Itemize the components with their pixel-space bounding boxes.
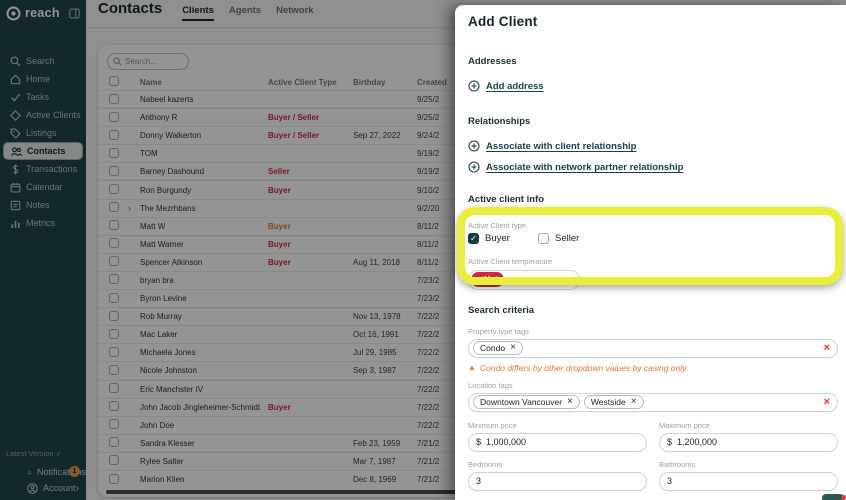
temperature-chip-group: ✓HotWarmCold (468, 270, 580, 290)
minimum-price-input[interactable]: $ 1,000,000 (468, 433, 647, 452)
checkbox-label: Buyer (485, 233, 510, 244)
add-address-button[interactable]: Add address (468, 80, 838, 92)
remove-tag-icon[interactable]: × (567, 397, 573, 407)
bedrooms-label: Bedrooms (468, 460, 647, 469)
type-option-buyer[interactable]: ✓ Buyer (468, 233, 530, 244)
clear-field-icon[interactable]: × (824, 342, 830, 354)
relationships-heading: Relationships (468, 116, 838, 127)
minimum-price-label: Minimum price (468, 421, 647, 430)
casing-warning: ▲ Condo differs by other dropdown values… (468, 363, 838, 373)
app-root: reach SearchHomeTasksActive ClientsListi… (0, 0, 846, 500)
plus-circle-icon (468, 161, 480, 173)
tag-label: Downtown Vancouver (480, 397, 562, 407)
tag-chip-westside[interactable]: Westside × (584, 395, 644, 409)
active-client-type-options: ✓ Buyer Seller (468, 233, 838, 244)
maximum-price-input[interactable]: $ 1,200,000 (659, 433, 838, 452)
add-client-drawer: Add Client Addresses Add address Relatio… (455, 5, 846, 500)
property-type-tags-label: Property type tags (468, 327, 838, 336)
property-type-tags-input[interactable]: Condo × × (468, 339, 838, 358)
tag-chip-condo[interactable]: Condo × (473, 341, 523, 355)
plus-circle-icon (468, 140, 480, 152)
temperature-chip-hot[interactable]: ✓Hot (471, 272, 504, 287)
unchecked-checkbox-icon[interactable] (538, 233, 549, 244)
bathrooms-input[interactable]: 3 (659, 472, 838, 491)
currency-prefix: $ (476, 437, 481, 447)
temperature-chip-warm[interactable]: Warm (506, 273, 541, 287)
active-client-type-label: Active Client type (468, 221, 838, 230)
associate-network-partner-button[interactable]: Associate with network partner relations… (468, 161, 838, 173)
remove-tag-icon[interactable]: × (631, 397, 637, 407)
checked-checkbox-icon[interactable]: ✓ (468, 233, 479, 244)
hidden-badge-dot (841, 495, 846, 500)
type-option-seller[interactable]: Seller (538, 233, 600, 244)
bathrooms-label: Bathrooms (659, 460, 838, 469)
tag-label: Condo (480, 343, 505, 353)
remove-tag-icon[interactable]: × (510, 343, 516, 353)
associate-client-relationship-button[interactable]: Associate with client relationship (468, 140, 838, 152)
search-criteria-heading: Search criteria (468, 305, 838, 316)
plus-circle-icon (468, 80, 480, 92)
tag-label: Westside (591, 397, 626, 407)
active-client-temperature-label: Active Client temperature (468, 257, 838, 266)
location-tags-input[interactable]: Downtown Vancouver × Westside × × (468, 393, 838, 412)
tag-chip-downtown-vancouver[interactable]: Downtown Vancouver × (473, 395, 580, 409)
clear-field-icon[interactable]: × (824, 396, 830, 408)
drawer-title: Add Client (468, 14, 838, 29)
warning-triangle-icon: ▲ (468, 363, 476, 372)
currency-prefix: $ (667, 437, 672, 447)
checkbox-label: Seller (555, 233, 579, 244)
active-client-info-heading: Active client info (468, 194, 838, 205)
temperature-chip-cold[interactable]: Cold (544, 273, 575, 287)
maximum-price-label: Maximum price (659, 421, 838, 430)
location-tags-label: Location tags (468, 381, 838, 390)
bedrooms-input[interactable]: 3 (468, 472, 647, 491)
addresses-heading: Addresses (468, 56, 838, 67)
